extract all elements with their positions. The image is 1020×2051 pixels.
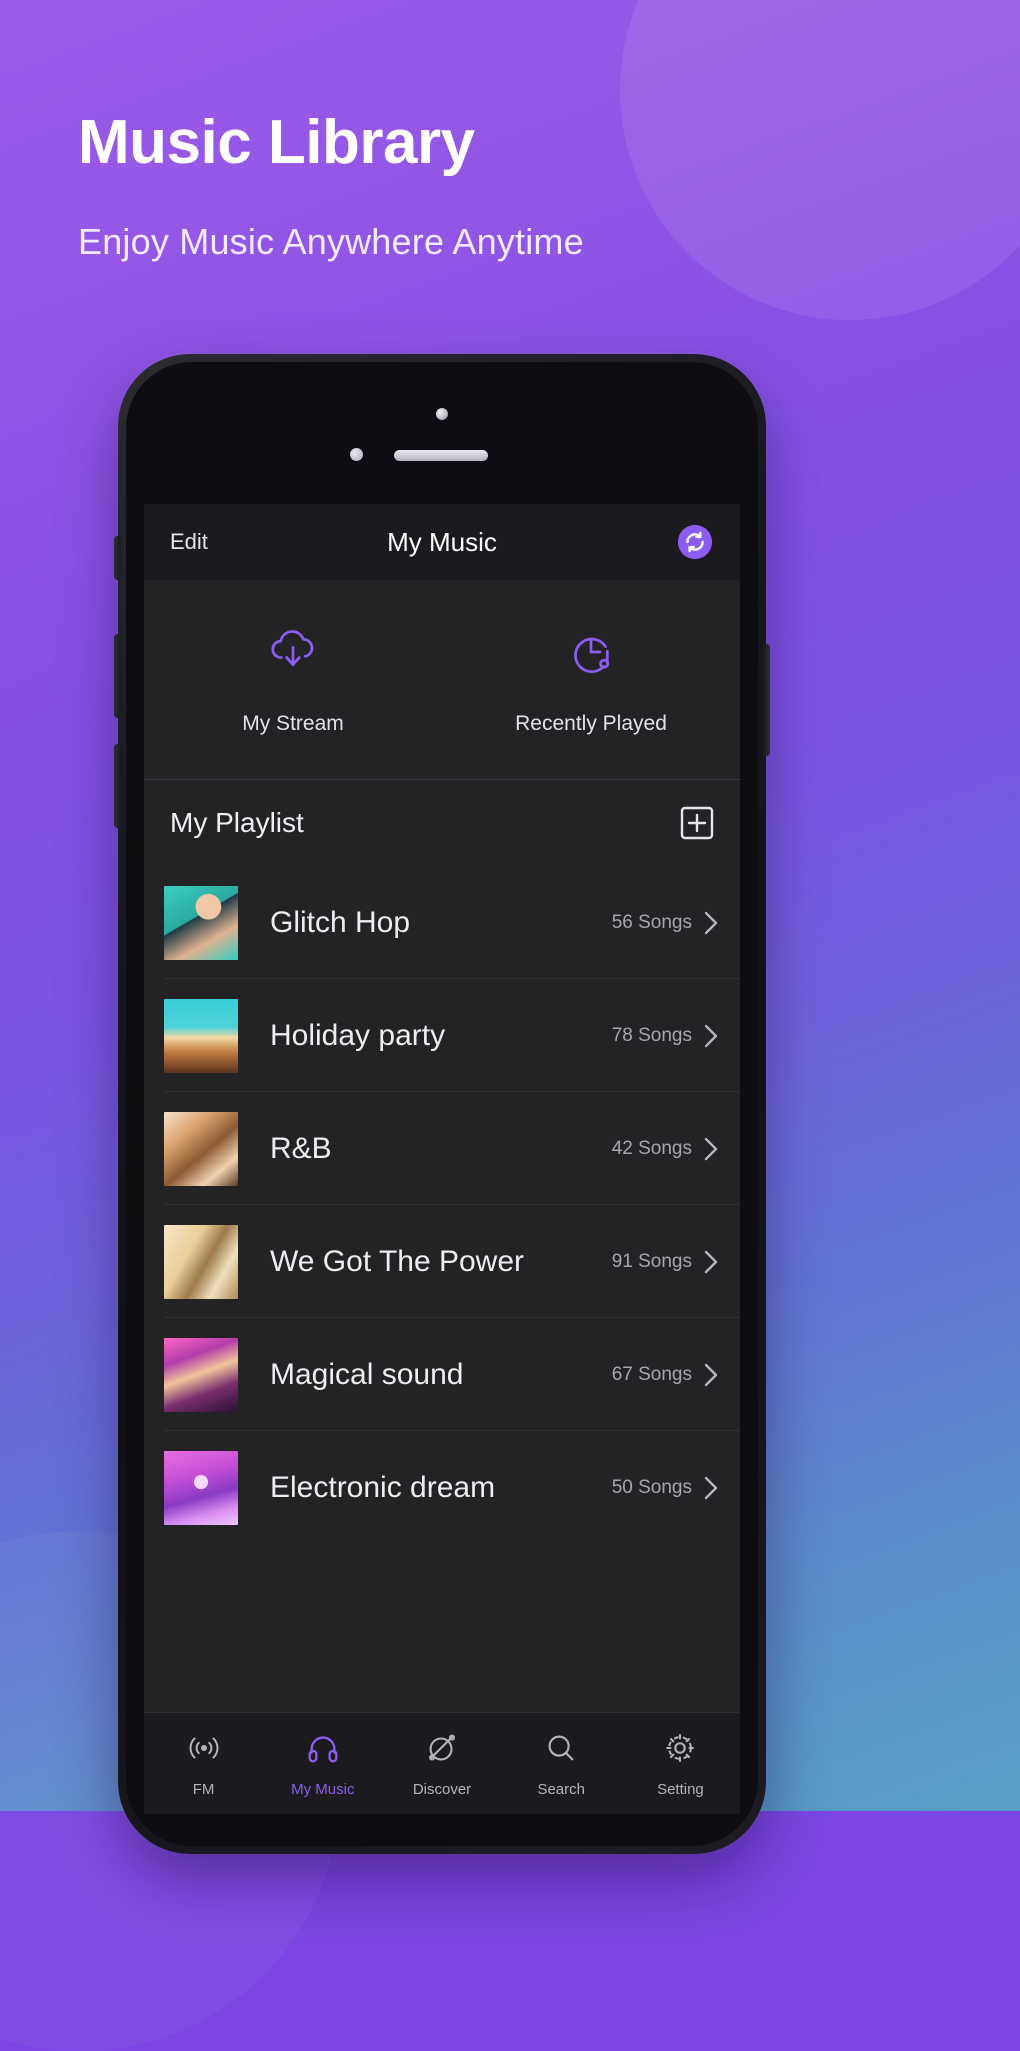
- app-navbar: Edit My Music: [144, 504, 740, 580]
- list-item[interactable]: Glitch Hop 56 Songs: [144, 866, 740, 979]
- phone-volume-down-button: [114, 744, 121, 828]
- app-tabbar: FM My Music Discover Search Setting: [144, 1712, 740, 1814]
- phone-proximity-sensor: [350, 448, 363, 461]
- tab-search[interactable]: Search: [502, 1729, 621, 1798]
- chevron-right-icon: [704, 1476, 718, 1500]
- list-item[interactable]: We Got The Power 91 Songs: [144, 1205, 740, 1318]
- quick-action-recently-played[interactable]: Recently Played: [442, 623, 740, 736]
- playlist-artwork: [164, 1224, 238, 1299]
- playlist-artwork: [164, 1337, 238, 1412]
- sync-icon[interactable]: [676, 523, 714, 561]
- decorative-circle-top-right: [620, 0, 1020, 320]
- playlist-section-title: My Playlist: [170, 807, 304, 838]
- playlist-artwork: [164, 1111, 238, 1186]
- tab-discover[interactable]: Discover: [382, 1729, 501, 1798]
- chevron-right-icon: [704, 1250, 718, 1274]
- playlist-song-count: 42 Songs: [611, 1137, 692, 1159]
- chevron-right-icon: [704, 911, 718, 935]
- tab-label: Setting: [657, 1781, 704, 1798]
- playlist-song-count: 56 Songs: [611, 911, 692, 933]
- navbar-title: My Music: [387, 526, 497, 557]
- chevron-right-icon: [704, 1137, 718, 1161]
- list-item[interactable]: Holiday party 78 Songs: [144, 979, 740, 1092]
- playlist-name: Electronic dream: [270, 1470, 496, 1504]
- cloud-download-icon: [264, 623, 322, 686]
- playlist-artwork: [164, 1450, 238, 1525]
- planet-icon: [423, 1729, 461, 1772]
- hero-text-block: Music Library Enjoy Music Anywhere Anyti…: [78, 110, 584, 263]
- playlist-song-count: 67 Songs: [611, 1363, 692, 1385]
- playlist-song-count: 78 Songs: [611, 1024, 692, 1046]
- tab-label: FM: [192, 1781, 215, 1798]
- quick-action-my-stream[interactable]: My Stream: [144, 623, 442, 736]
- playlist-name: Holiday party: [270, 1018, 446, 1052]
- playlist-list: Glitch Hop 56 Songs Holiday party 78 Son…: [144, 866, 740, 1544]
- phone-volume-up-button: [114, 634, 121, 718]
- tab-label: Discover: [412, 1781, 472, 1798]
- phone-earpiece-speaker: [394, 450, 488, 461]
- chevron-right-icon: [704, 1024, 718, 1048]
- playlist-name: We Got The Power: [270, 1244, 525, 1278]
- page-subtitle: Enjoy Music Anywhere Anytime: [78, 221, 584, 263]
- phone-front-camera: [436, 408, 448, 420]
- headphones-icon: [304, 1729, 342, 1772]
- playlist-section-header: My Playlist: [144, 780, 740, 866]
- playlist-name: R&B: [270, 1131, 332, 1165]
- playlist-song-count: 91 Songs: [611, 1250, 692, 1272]
- playlist-song-count: 50 Songs: [611, 1476, 692, 1498]
- playlist-artwork: [164, 885, 238, 960]
- list-item[interactable]: Magical sound 67 Songs: [144, 1318, 740, 1431]
- quick-action-label: Recently Played: [515, 712, 667, 735]
- page-title: Music Library: [78, 108, 475, 177]
- playlist-artwork: [164, 998, 238, 1073]
- gear-icon: [661, 1729, 699, 1772]
- chevron-right-icon: [704, 1363, 718, 1387]
- magnifier-icon: [542, 1729, 580, 1772]
- tab-label: My Music: [291, 1781, 355, 1798]
- list-empty-space: [144, 1544, 740, 1712]
- phone-silent-switch: [114, 536, 121, 580]
- quick-actions-row: My Stream Recently Played: [144, 580, 740, 780]
- radio-waves-icon: [185, 1729, 223, 1772]
- phone-mockup: Edit My Music My Stream Recently Played …: [114, 354, 770, 1854]
- plus-square-icon[interactable]: [680, 806, 714, 840]
- tab-setting[interactable]: Setting: [621, 1729, 740, 1798]
- clock-music-icon: [562, 623, 620, 686]
- playlist-name: Magical sound: [270, 1357, 464, 1391]
- tab-label: Search: [537, 1781, 585, 1798]
- quick-action-label: My Stream: [242, 712, 344, 735]
- phone-screen: Edit My Music My Stream Recently Played …: [144, 504, 740, 1814]
- phone-power-button: [763, 644, 770, 756]
- playlist-name: Glitch Hop: [270, 905, 411, 939]
- list-item[interactable]: Electronic dream 50 Songs: [144, 1431, 740, 1544]
- tab-fm[interactable]: FM: [144, 1729, 263, 1798]
- tab-my-music[interactable]: My Music: [263, 1729, 382, 1798]
- edit-button[interactable]: Edit: [170, 529, 208, 555]
- list-item[interactable]: R&B 42 Songs: [144, 1092, 740, 1205]
